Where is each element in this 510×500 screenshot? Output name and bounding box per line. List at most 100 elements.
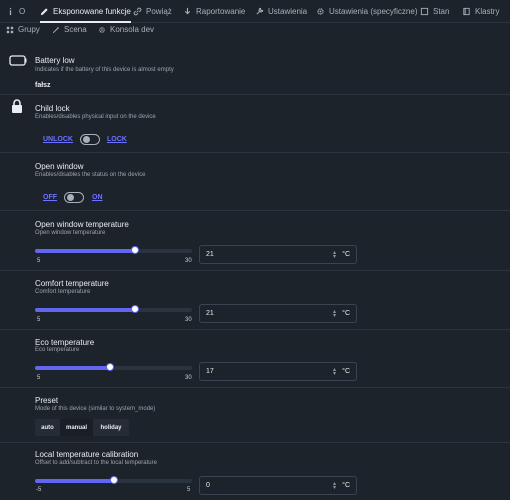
preset-holiday-button[interactable]: holiday — [93, 419, 129, 436]
spinner-icon[interactable]: ▴ ▾ — [333, 250, 336, 260]
gear-icon — [317, 7, 324, 15]
battery-low-description: Indicates if the battery of this device … — [35, 67, 174, 73]
divider — [0, 442, 510, 443]
slider-min-label: 5 — [37, 375, 41, 381]
child-lock-title: Child lock — [35, 104, 70, 113]
tab-label: Eksponowane funkcje — [53, 6, 131, 16]
tab-label: Klastry — [475, 6, 500, 16]
calibration-input[interactable]: 0 ▴ ▾ °C — [199, 476, 357, 495]
eco-temperature-description: Eco temperature — [35, 347, 80, 353]
input-value: 21 — [206, 310, 214, 317]
unit-label: °C — [342, 368, 350, 375]
eco-temperature-input[interactable]: 17 ▴ ▾ °C — [199, 362, 357, 381]
eco-temperature-title: Eco temperature — [35, 338, 95, 347]
comfort-temperature-description: Comfort temperature — [35, 289, 91, 295]
book-icon — [463, 7, 470, 15]
tab-label: Ustawienia — [268, 6, 308, 16]
on-link[interactable]: ON — [92, 194, 103, 201]
wand-icon — [52, 26, 60, 33]
tab-clusters[interactable]: Klastry — [462, 0, 499, 22]
open-window-temperature-input[interactable]: 21 ▴ ▾ °C — [199, 245, 357, 264]
tab-exposed-functions[interactable]: Eksponowane funkcje — [40, 0, 131, 23]
slider-max-label: 5 — [187, 487, 191, 493]
spinner-icon[interactable]: ▴ ▾ — [333, 367, 336, 377]
battery-icon — [9, 55, 27, 66]
slider-fill — [35, 308, 136, 312]
tab-state[interactable]: Stan — [420, 0, 449, 22]
slider-max-label: 30 — [185, 375, 192, 381]
open-window-temperature-description: Open window temperature — [35, 230, 106, 236]
divider — [0, 387, 510, 388]
slider-fill — [35, 366, 111, 370]
tab-about[interactable]: O — [6, 0, 25, 22]
tab-label: Ustawienia (specyficzne) — [329, 6, 418, 16]
slider-thumb[interactable] — [131, 246, 140, 254]
open-window-temperature-title: Open window temperature — [35, 220, 129, 229]
slider-min-label: -5 — [36, 487, 42, 493]
tab-label: Stan — [433, 6, 450, 16]
tab-reporting[interactable]: Raportowanie — [183, 0, 245, 22]
open-window-description: Enables/disables the status on the devic… — [35, 172, 146, 178]
unlock-link[interactable]: UNLOCK — [43, 136, 73, 143]
lock-link[interactable]: LOCK — [107, 136, 127, 143]
battery-low-value: fałsz — [35, 82, 51, 89]
pencil-icon — [40, 7, 48, 15]
off-link[interactable]: OFF — [43, 194, 57, 201]
tab-label: Konsola dev — [110, 25, 155, 34]
divider — [0, 210, 510, 211]
preset-manual-button[interactable]: manual — [60, 419, 93, 436]
tab-bind[interactable]: Powiąż — [133, 0, 172, 22]
toggle-knob — [83, 136, 90, 143]
divider — [0, 152, 510, 153]
input-value: 21 — [206, 251, 214, 258]
preset-button-group: auto manual holiday — [35, 419, 129, 436]
tab-groups[interactable]: Grupy — [6, 25, 40, 34]
tab-dev-console[interactable]: Konsola dev — [98, 25, 154, 34]
divider — [0, 329, 510, 330]
open-window-title: Open window — [35, 162, 84, 171]
slider-thumb[interactable] — [106, 363, 115, 371]
slider-max-label: 30 — [185, 317, 192, 323]
comfort-temperature-slider[interactable] — [35, 305, 192, 313]
spinner-icon[interactable]: ▴ ▾ — [333, 309, 336, 319]
wrench-icon — [256, 7, 264, 15]
tab-bar: O Eksponowane funkcje Powiąż Raportowani… — [0, 0, 510, 23]
gear-icon — [99, 26, 105, 33]
slider-min-label: 5 — [37, 258, 41, 264]
grid-icon — [6, 26, 14, 33]
spinner-icon[interactable]: ▴ ▾ — [333, 481, 336, 491]
tab-specific-settings[interactable]: Ustawienia (specyficzne) — [316, 0, 417, 22]
slider-thumb[interactable] — [131, 305, 140, 313]
tab-label: Scena — [64, 25, 87, 34]
eco-temperature-slider[interactable] — [35, 363, 192, 371]
lock-icon — [12, 99, 22, 113]
open-window-toggle[interactable] — [64, 192, 84, 203]
preset-auto-button[interactable]: auto — [35, 419, 60, 436]
unit-label: °C — [342, 251, 350, 258]
tab-settings[interactable]: Ustawienia — [255, 0, 307, 22]
battery-low-title: Battery low — [35, 56, 75, 65]
toggle-knob — [67, 194, 74, 201]
comfort-temperature-title: Comfort temperature — [35, 279, 109, 288]
link-icon — [133, 7, 142, 15]
calibration-slider[interactable] — [35, 476, 192, 484]
open-window-temperature-slider[interactable] — [35, 246, 192, 254]
download-icon — [184, 7, 191, 14]
tab-scene[interactable]: Scena — [52, 25, 87, 34]
slider-min-label: 5 — [37, 317, 41, 323]
divider — [0, 94, 510, 95]
tab-label: Grupy — [18, 25, 40, 34]
input-value: 17 — [206, 368, 214, 375]
calibration-title: Local temperature calibration — [35, 450, 139, 459]
input-value: 0 — [206, 482, 210, 489]
child-lock-toggle[interactable] — [80, 134, 100, 145]
unit-label: °C — [342, 310, 350, 317]
child-lock-description: Enables/disables physical input on the d… — [35, 114, 156, 120]
slider-thumb[interactable] — [109, 476, 118, 484]
tab-label: Powiąż — [146, 6, 172, 16]
unit-label: °C — [342, 482, 350, 489]
tab-label: Raportowanie — [196, 6, 246, 16]
slider-fill — [35, 249, 136, 253]
tab-label: O — [19, 6, 26, 16]
comfort-temperature-input[interactable]: 21 ▴ ▾ °C — [199, 304, 357, 323]
